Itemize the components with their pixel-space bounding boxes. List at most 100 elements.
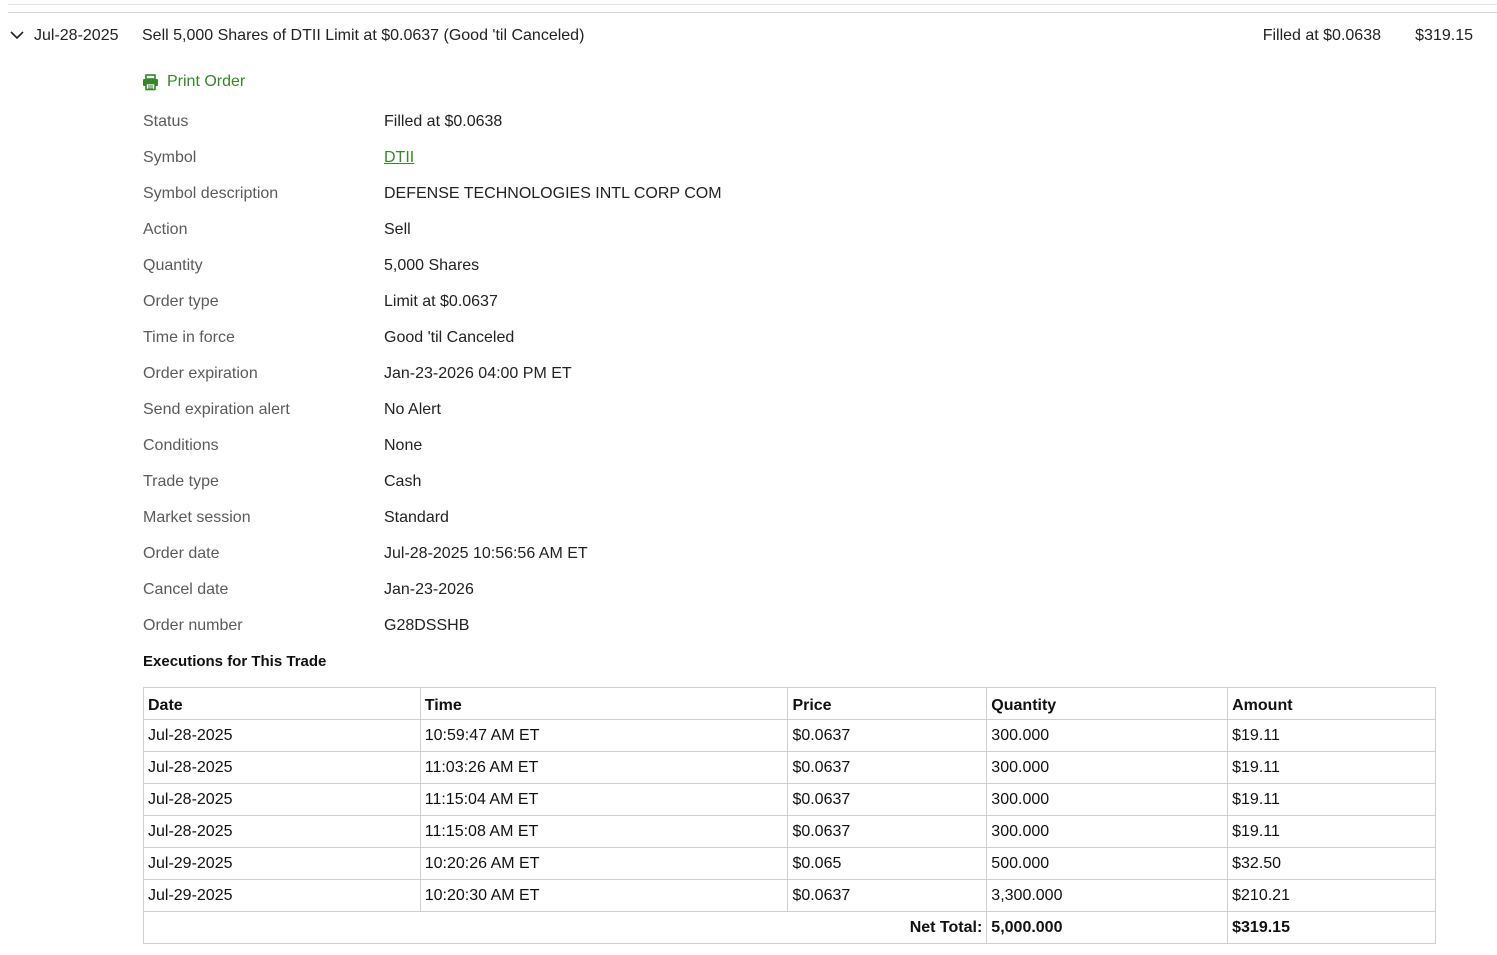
cell-quantity: 300.000 xyxy=(986,815,1229,848)
detail-row-expiration-alert: Send expiration alert No Alert xyxy=(143,399,943,435)
detail-value: Cash xyxy=(384,473,422,490)
cell-price: $0.065 xyxy=(787,847,988,880)
table-row: Jul-28-2025 11:15:04 AM ET $0.0637 300.0… xyxy=(143,783,1436,816)
cell-price: $0.0637 xyxy=(787,719,988,752)
detail-row-time-in-force: Time in force Good 'til Canceled xyxy=(143,327,943,363)
net-total-label: Net Total: xyxy=(142,911,988,944)
printer-icon xyxy=(142,73,159,91)
executions-heading: Executions for This Trade xyxy=(143,653,327,670)
detail-row-cancel-date: Cancel date Jan-23-2026 xyxy=(143,579,943,615)
order-summary-row[interactable]: Jul-28-2025 Sell 5,000 Shares of DTII Li… xyxy=(0,21,1497,51)
cell-price: $0.0637 xyxy=(787,815,988,848)
detail-row-order-type: Order type Limit at $0.0637 xyxy=(143,291,943,327)
cell-date: Jul-28-2025 xyxy=(143,719,421,752)
detail-row-action: Action Sell xyxy=(143,219,943,255)
detail-label: Status xyxy=(143,113,189,130)
cell-amount: $19.11 xyxy=(1227,719,1436,752)
detail-value: G28DSSHB xyxy=(384,617,470,634)
cell-quantity: 500.000 xyxy=(986,847,1229,880)
cell-amount: $19.11 xyxy=(1227,751,1436,784)
detail-value: 5,000 Shares xyxy=(384,257,480,274)
order-date: Jul-28-2025 xyxy=(34,27,119,44)
table-row: Jul-29-2025 10:20:30 AM ET $0.0637 3,300… xyxy=(143,879,1436,912)
detail-label: Trade type xyxy=(143,473,219,490)
detail-row-status: Status Filled at $0.0638 xyxy=(143,111,943,147)
order-details: Status Filled at $0.0638 Symbol DTII Sym… xyxy=(143,111,943,651)
detail-value: No Alert xyxy=(384,401,441,418)
net-total-row: Net Total: 5,000.000 $319.15 xyxy=(142,911,1436,944)
detail-row-symbol: Symbol DTII xyxy=(143,147,943,183)
table-header-row: Date Time Price Quantity Amount xyxy=(143,687,1436,720)
detail-row-order-date: Order date Jul-28-2025 10:56:56 AM ET xyxy=(143,543,943,579)
column-header-amount: Amount xyxy=(1227,687,1436,720)
symbol-link[interactable]: DTII xyxy=(384,147,414,169)
column-header-time: Time xyxy=(419,687,789,720)
detail-label: Symbol description xyxy=(143,185,279,202)
detail-label: Quantity xyxy=(143,257,203,274)
detail-label: Order expiration xyxy=(143,365,258,382)
section-divider xyxy=(8,12,1497,13)
net-total-amount: $319.15 xyxy=(1227,911,1436,944)
cell-date: Jul-28-2025 xyxy=(143,815,421,848)
cell-amount: $210.21 xyxy=(1227,879,1436,912)
print-order-link[interactable]: Print Order xyxy=(142,73,245,91)
cell-time: 10:59:47 AM ET xyxy=(419,719,789,752)
cell-price: $0.0637 xyxy=(787,879,988,912)
detail-value: Jul-28-2025 10:56:56 AM ET xyxy=(384,545,588,562)
cell-date: Jul-29-2025 xyxy=(143,879,421,912)
cell-time: 10:20:26 AM ET xyxy=(419,847,789,880)
cell-quantity: 3,300.000 xyxy=(986,879,1229,912)
detail-label: Time in force xyxy=(143,329,235,346)
net-total-quantity: 5,000.000 xyxy=(986,911,1229,944)
detail-value: Limit at $0.0637 xyxy=(384,293,498,310)
detail-label: Send expiration alert xyxy=(143,401,290,418)
cell-time: 11:03:26 AM ET xyxy=(419,751,789,784)
detail-label: Order type xyxy=(143,293,219,310)
cell-time: 11:15:08 AM ET xyxy=(419,815,789,848)
detail-row-order-expiration: Order expiration Jan-23-2026 04:00 PM ET xyxy=(143,363,943,399)
detail-label: Order number xyxy=(143,617,243,634)
table-row: Jul-29-2025 10:20:26 AM ET $0.065 500.00… xyxy=(143,847,1436,880)
detail-row-order-number: Order number G28DSSHB xyxy=(143,615,943,651)
detail-value: Standard xyxy=(384,509,449,526)
detail-value: Sell xyxy=(384,221,411,238)
column-header-quantity: Quantity xyxy=(986,687,1229,720)
column-header-date: Date xyxy=(143,687,421,720)
detail-value: Good 'til Canceled xyxy=(384,329,515,346)
cell-date: Jul-28-2025 xyxy=(143,783,421,816)
cell-price: $0.0637 xyxy=(787,783,988,816)
cell-amount: $19.11 xyxy=(1227,783,1436,816)
detail-row-quantity: Quantity 5,000 Shares xyxy=(143,255,943,291)
order-description: Sell 5,000 Shares of DTII Limit at $0.06… xyxy=(142,27,585,44)
detail-value: None xyxy=(384,437,423,454)
detail-value: DEFENSE TECHNOLOGIES INTL CORP COM xyxy=(384,185,722,202)
column-header-price: Price xyxy=(787,687,988,720)
cell-amount: $19.11 xyxy=(1227,815,1436,848)
detail-row-trade-type: Trade type Cash xyxy=(143,471,943,507)
cell-quantity: 300.000 xyxy=(986,783,1229,816)
order-amount: $319.15 xyxy=(1415,27,1473,44)
cell-amount: $32.50 xyxy=(1227,847,1436,880)
detail-label: Conditions xyxy=(143,437,219,454)
detail-value: Filled at $0.0638 xyxy=(384,113,503,130)
detail-value: Jan-23-2026 04:00 PM ET xyxy=(384,365,572,382)
top-divider xyxy=(8,4,1497,5)
cell-quantity: 300.000 xyxy=(986,751,1229,784)
cell-time: 10:20:30 AM ET xyxy=(419,879,789,912)
print-order-label: Print Order xyxy=(167,73,246,90)
cell-date: Jul-29-2025 xyxy=(143,847,421,880)
cell-time: 11:15:04 AM ET xyxy=(419,783,789,816)
chevron-down-icon[interactable] xyxy=(9,27,25,43)
detail-value: Jan-23-2026 xyxy=(384,581,474,598)
detail-label: Symbol xyxy=(143,149,197,166)
detail-label: Cancel date xyxy=(143,581,229,598)
detail-label: Order date xyxy=(143,545,220,562)
table-row: Jul-28-2025 10:59:47 AM ET $0.0637 300.0… xyxy=(143,719,1436,752)
cell-date: Jul-28-2025 xyxy=(143,751,421,784)
detail-label: Action xyxy=(143,221,188,238)
cell-quantity: 300.000 xyxy=(986,719,1229,752)
detail-row-symbol-description: Symbol description DEFENSE TECHNOLOGIES … xyxy=(143,183,943,219)
detail-row-market-session: Market session Standard xyxy=(143,507,943,543)
order-status: Filled at $0.0638 xyxy=(1262,27,1381,44)
table-row: Jul-28-2025 11:15:08 AM ET $0.0637 300.0… xyxy=(143,815,1436,848)
